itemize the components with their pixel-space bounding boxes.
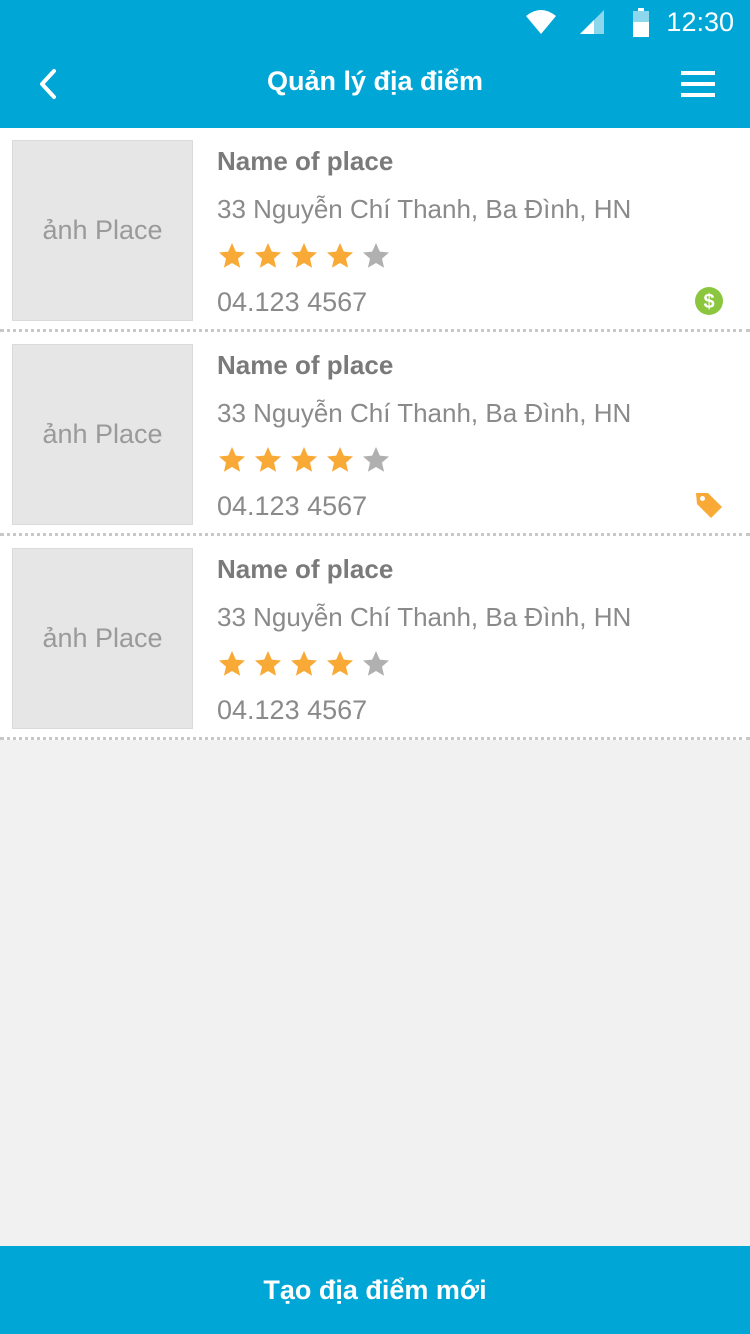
- rating-stars: [217, 646, 730, 682]
- star-filled-icon: [327, 447, 353, 472]
- star-filled-icon: [291, 651, 317, 676]
- svg-text:$: $: [703, 291, 714, 313]
- place-thumbnail: ảnh Place: [12, 548, 193, 729]
- battery-icon: [632, 8, 650, 43]
- star-filled-icon: [255, 651, 281, 676]
- rating-stars: [217, 442, 730, 478]
- place-phone: 04.123 4567: [217, 491, 368, 521]
- place-info: Name of place 33 Nguyễn Chí Thanh, Ba Đìn…: [217, 348, 730, 524]
- create-place-button[interactable]: Tạo địa điểm mới: [0, 1246, 750, 1334]
- star-empty-icon: [363, 243, 389, 268]
- star-filled-icon: [255, 243, 281, 268]
- app-bar: 12:30 Quản lý địa điểm: [0, 0, 750, 128]
- dollar-icon: $: [694, 286, 724, 316]
- status-time: 12:30: [666, 7, 734, 37]
- place-address: 33 Nguyễn Chí Thanh, Ba Đình, HN: [217, 398, 632, 428]
- place-name: Name of place: [217, 554, 394, 584]
- place-list: ảnh Place Name of place 33 Nguyễn Chí Than…: [0, 128, 750, 740]
- star-filled-icon: [219, 447, 245, 472]
- menu-button[interactable]: [670, 60, 726, 108]
- place-name: Name of place: [217, 350, 394, 380]
- star-empty-icon: [363, 447, 389, 472]
- wifi-icon: [524, 8, 558, 41]
- place-address: 33 Nguyễn Chí Thanh, Ba Đình, HN: [217, 602, 632, 632]
- status-bar: 12:30: [0, 0, 750, 44]
- star-empty-icon: [363, 651, 389, 676]
- toolbar: Quản lý địa điểm: [0, 44, 750, 128]
- place-address: 33 Nguyễn Chí Thanh, Ba Đình, HN: [217, 194, 632, 224]
- star-filled-icon: [327, 651, 353, 676]
- place-phone: 04.123 4567: [217, 695, 368, 725]
- place-info: Name of place 33 Nguyễn Chí Thanh, Ba Đìn…: [217, 144, 730, 320]
- star-filled-icon: [255, 447, 281, 472]
- list-item[interactable]: ảnh Place Name of place 33 Nguyễn Chí Than…: [0, 128, 750, 332]
- hamburger-icon: [681, 71, 715, 97]
- signal-icon: [578, 8, 606, 41]
- star-filled-icon: [291, 447, 317, 472]
- place-info: Name of place 33 Nguyễn Chí Thanh, Ba Đìn…: [217, 552, 730, 728]
- place-phone: 04.123 4567: [217, 287, 368, 317]
- rating-stars: [217, 238, 730, 274]
- star-filled-icon: [291, 243, 317, 268]
- star-filled-icon: [219, 651, 245, 676]
- place-name: Name of place: [217, 146, 394, 176]
- tag-icon: [694, 490, 724, 520]
- star-filled-icon: [219, 243, 245, 268]
- place-thumbnail: ảnh Place: [12, 344, 193, 525]
- list-item[interactable]: ảnh Place Name of place 33 Nguyễn Chí Than…: [0, 536, 750, 740]
- place-thumbnail: ảnh Place: [12, 140, 193, 321]
- list-item[interactable]: ảnh Place Name of place 33 Nguyễn Chí Than…: [0, 332, 750, 536]
- page-title: Quản lý địa điểm: [266, 66, 484, 96]
- star-filled-icon: [327, 243, 353, 268]
